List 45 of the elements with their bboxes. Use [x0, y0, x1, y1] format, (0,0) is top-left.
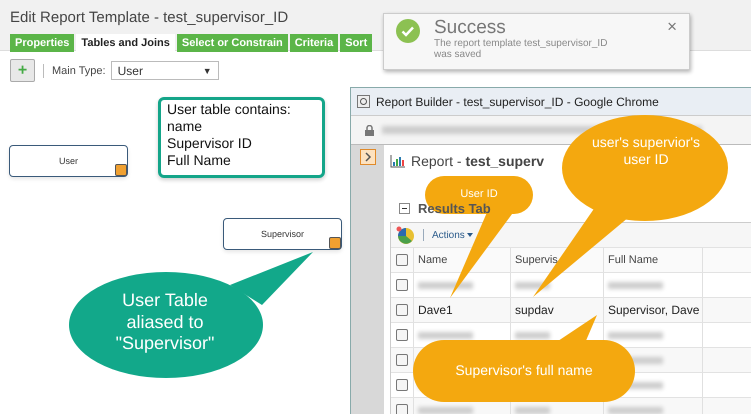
report-title: Report - test_superv — [411, 153, 544, 169]
actions-menu[interactable]: Actions — [432, 230, 473, 240]
page-title: Edit Report Template - test_supervisor_ID — [10, 9, 290, 26]
expand-panel-icon[interactable] — [360, 149, 376, 165]
table-node[interactable]: User — [9, 145, 128, 177]
bar-chart-icon — [390, 154, 406, 168]
app-icon — [357, 95, 370, 108]
blurred-text — [608, 282, 663, 288]
blurred-text — [608, 332, 663, 338]
notification-message: The report template test_supervisor_ID was saved — [434, 38, 608, 60]
checkbox[interactable] — [396, 254, 408, 266]
lock-icon — [365, 124, 374, 136]
callout-text: User ID — [459, 188, 499, 202]
connector-handle[interactable] — [115, 164, 127, 176]
collapse-icon[interactable] — [399, 203, 410, 214]
pie-chart-icon[interactable] — [395, 225, 415, 245]
checkbox[interactable] — [396, 379, 408, 391]
table-cell: Supervisor, Dave — [603, 298, 703, 322]
table-node[interactable]: Supervisor — [223, 218, 342, 250]
checkbox[interactable] — [396, 304, 408, 316]
blurred-text — [418, 406, 473, 414]
checkbox[interactable] — [396, 329, 408, 341]
callout-text: Supervisor's full name — [454, 362, 594, 379]
connector-handle[interactable] — [329, 237, 341, 249]
note-text: User table contains: name Supervisor ID Full Name — [158, 97, 325, 178]
callout-text: user's supervior's user ID — [590, 134, 702, 168]
main-type-select[interactable]: User ▼ — [110, 61, 219, 80]
blurred-text — [608, 406, 663, 414]
checkbox[interactable] — [396, 279, 408, 291]
close-button[interactable]: × — [667, 18, 677, 36]
main-type-label: Main Type: — [52, 64, 106, 76]
blurred-text — [515, 406, 550, 414]
checkbox[interactable] — [396, 404, 408, 414]
callout-text: User Table aliased to "Supervisor" — [114, 290, 216, 355]
caret-icon — [466, 232, 473, 237]
checkmark-icon — [396, 19, 420, 43]
blurred-text — [515, 332, 550, 338]
notification-title: Success — [434, 18, 507, 38]
blurred-text — [418, 332, 473, 338]
window-title: Report Builder - test_supervisor_ID - Google Chrome — [376, 94, 659, 108]
blurred-text — [418, 282, 473, 288]
tab[interactable]: Tables and Joins — [76, 34, 175, 52]
table-cell: Dave1 — [413, 298, 510, 322]
column-header[interactable]: Full Name — [603, 248, 703, 272]
checkbox[interactable] — [396, 354, 408, 366]
